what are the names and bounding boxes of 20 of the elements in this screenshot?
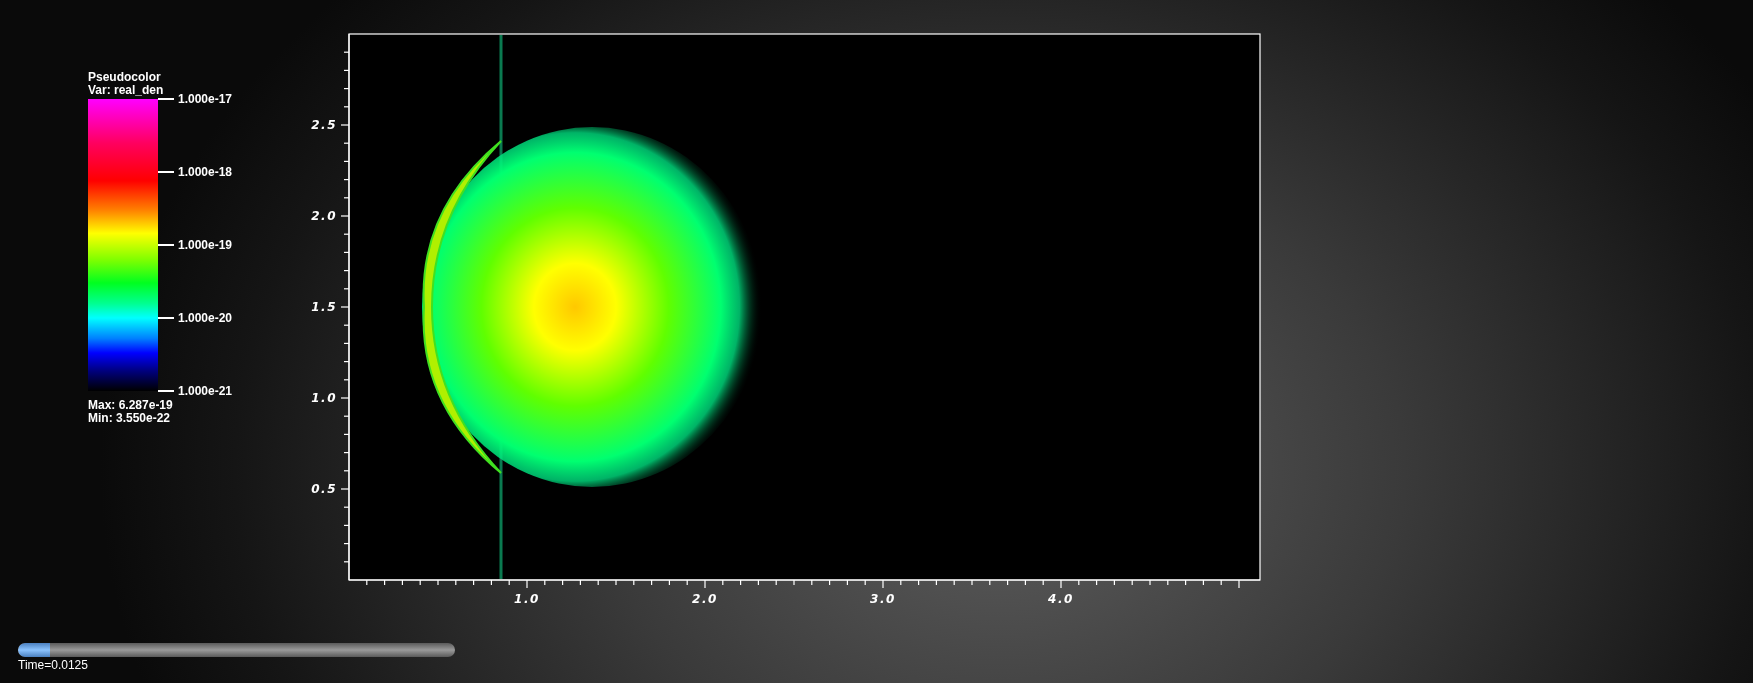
y-tick-label: 2.0: [311, 209, 337, 223]
legend-tick-label: 1.000e-18: [178, 165, 233, 179]
x-tick-label: 2.0: [692, 592, 718, 606]
time-slider[interactable]: [18, 643, 455, 657]
y-tick-label: 2.5: [311, 118, 337, 132]
y-tick-label: 1.5: [311, 300, 337, 314]
legend-tick-label: 1.000e-21: [178, 384, 233, 398]
legend-tick-label: 1.000e-19: [178, 238, 233, 252]
time-label: Time=0.0125: [18, 658, 89, 672]
y-tick-label: 0.5: [311, 482, 337, 496]
legend-variable: Var: real_den: [88, 84, 165, 97]
legend-tick-label: 1.000e-20: [178, 311, 233, 325]
legend-max: Max: 6.287e-19: [88, 399, 174, 412]
y-tick-label: 1.0: [311, 391, 337, 405]
x-tick-label: 1.0: [514, 592, 540, 606]
x-tick-label: 3.0: [870, 592, 896, 606]
legend-tick-label: 1.000e-17: [178, 92, 233, 106]
legend-title: Pseudocolor: [88, 71, 162, 84]
x-tick-label: 4.0: [1048, 592, 1074, 606]
legend-min: Min: 3.550e-22: [88, 412, 172, 425]
